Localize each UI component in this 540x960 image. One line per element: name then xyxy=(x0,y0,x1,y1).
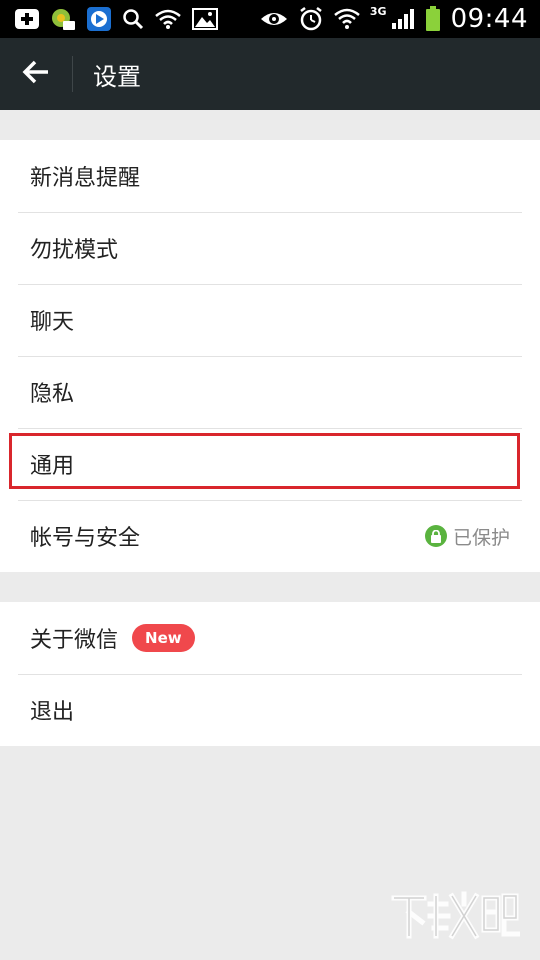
item-do-not-disturb[interactable]: 勿扰模式 xyxy=(0,212,540,284)
settings-group-secondary: 关于微信 New 退出 xyxy=(0,602,540,746)
item-label: 帐号与安全 xyxy=(30,526,141,551)
item-label: 退出 xyxy=(30,700,75,725)
cell-signal-icon xyxy=(391,6,415,32)
eye-icon xyxy=(260,6,288,32)
item-privacy[interactable]: 隐私 xyxy=(0,356,540,428)
watermark-logo xyxy=(390,890,521,940)
status-time: 09:44 xyxy=(450,4,528,34)
item-label: 隐私 xyxy=(30,382,75,407)
wifi-signal-icon xyxy=(334,6,360,32)
item-chat[interactable]: 聊天 xyxy=(0,284,540,356)
item-label: 勿扰模式 xyxy=(30,238,119,263)
game-icon xyxy=(50,6,76,32)
add-icon xyxy=(14,6,40,32)
network-type: 3G xyxy=(369,4,387,18)
lock-icon xyxy=(424,525,447,547)
item-new-message-alert[interactable]: 新消息提醒 xyxy=(0,140,540,212)
item-logout[interactable]: 退出 xyxy=(0,674,540,746)
image-icon xyxy=(192,6,218,32)
item-account-security[interactable]: 帐号与安全 已保护 xyxy=(0,500,540,572)
status-bar-left xyxy=(14,6,218,32)
alarm-icon xyxy=(298,6,324,32)
arrow-left-icon xyxy=(22,60,50,88)
item-label: 聊天 xyxy=(30,310,75,335)
settings-group-main: 新消息提醒 勿扰模式 聊天 隐私 通用 帐号与安全 已保护 xyxy=(0,140,540,572)
item-label: 通用 xyxy=(30,454,75,479)
back-button[interactable] xyxy=(0,38,72,110)
page-title: 设置 xyxy=(93,62,141,91)
status-bar: 3G 09:44 xyxy=(0,0,540,38)
item-general[interactable]: 通用 xyxy=(0,428,540,500)
item-about-wechat[interactable]: 关于微信 New xyxy=(0,602,540,674)
battery-icon xyxy=(425,6,441,32)
title-divider xyxy=(72,56,73,92)
search-icon xyxy=(122,6,144,32)
security-status-text: 已保护 xyxy=(452,526,510,549)
item-label: 关于微信 xyxy=(30,628,119,653)
new-badge: New xyxy=(132,624,195,652)
security-status: 已保护 xyxy=(424,523,510,550)
status-bar-right: 3G 09:44 xyxy=(260,4,528,34)
wifi-icon xyxy=(154,6,182,32)
title-bar: 设置 xyxy=(0,38,540,110)
item-label: 新消息提醒 xyxy=(30,166,141,191)
video-player-icon xyxy=(86,6,112,32)
